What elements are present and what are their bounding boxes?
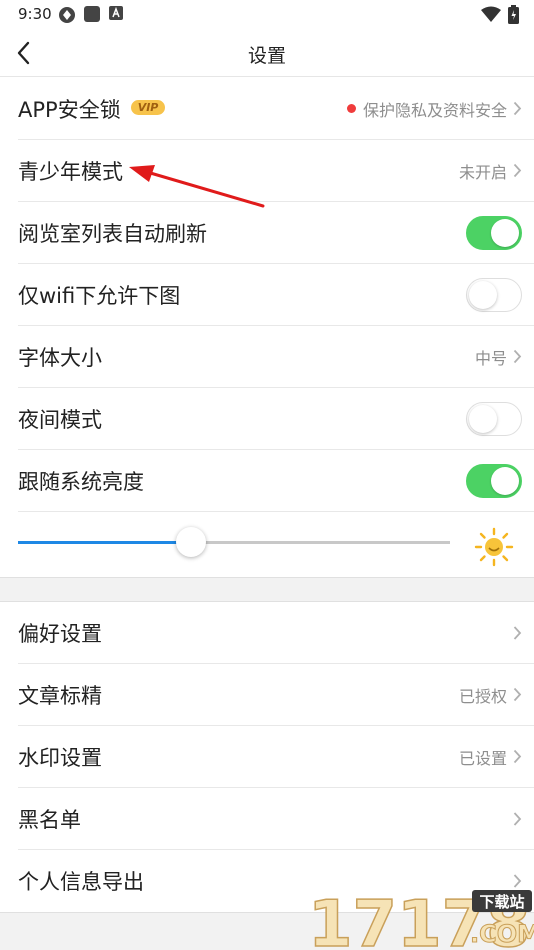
status-bar: 9:30 [0,0,534,30]
row-preferences[interactable]: 偏好设置 [18,602,534,664]
row-night-mode: 夜间模式 [18,388,534,450]
site-watermark-logo: 17178 下载站 .COM [308,887,534,950]
row-label: 个人信息导出 [18,870,144,894]
brightness-slider-fill [18,541,191,544]
page-title: 设置 [247,45,286,67]
chevron-right-icon [513,349,522,364]
row-label: 仅wifi下允许下图 [18,283,181,308]
row-blacklist[interactable]: 黑名单 [18,788,534,850]
row-article-tag[interactable]: 文章标精 已授权 [18,664,534,726]
row-label: 阅览室列表自动刷新 [18,221,207,246]
section-divider [0,577,534,602]
row-follow-system-brightness: 跟随系统亮度 [18,450,534,512]
square-notification-icon [84,6,100,22]
row-value: 未开启 [458,162,507,182]
battery-icon [508,5,519,24]
svg-text:下载站: 下载站 [479,893,524,911]
wifi-only-images-toggle[interactable] [466,277,522,312]
row-wifi-only-images: 仅wifi下允许下图 [18,264,534,326]
chevron-right-icon [513,687,522,702]
row-font-size[interactable]: 字体大小 中号 [18,326,534,388]
chevron-right-icon [513,163,522,178]
chevron-right-icon [513,811,522,826]
brightness-slider[interactable] [18,527,450,557]
sun-icon [474,527,514,567]
chevron-right-icon [513,749,522,764]
toggle-knob [491,218,519,247]
brightness-slider-row [0,510,534,576]
chevron-right-icon [513,101,522,116]
row-value: 中号 [474,348,507,368]
brightness-slider-thumb[interactable] [175,527,206,557]
toggle-knob [469,280,497,309]
chevron-right-icon [513,625,522,640]
row-value: 已授权 [458,686,507,706]
auto-refresh-toggle[interactable] [466,215,522,250]
row-label: 偏好设置 [18,621,102,646]
row-label: 文章标精 [18,683,102,708]
row-label: 水印设置 [18,745,102,770]
row-value: 保护隐私及资料安全 [362,100,507,120]
row-label: 跟随系统亮度 [18,469,144,494]
row-value: 已设置 [458,748,507,768]
wifi-icon [481,6,501,22]
row-label: 青少年模式 [18,159,123,184]
annotation-arrow-icon [129,165,265,208]
toggle-knob [469,404,497,433]
toggle-knob [491,466,519,495]
row-app-lock[interactable]: APP安全锁 VIP 保护隐私及资料安全 [18,78,534,140]
row-label: APP安全锁 [18,97,121,122]
status-dot [346,104,356,113]
vip-badge: VIP [130,100,166,115]
row-label: 夜间模式 [18,407,102,432]
svg-text:.COM: .COM [470,920,534,948]
row-watermark-settings[interactable]: 水印设置 已设置 [18,726,534,788]
row-label: 字体大小 [18,345,102,370]
row-label: 黑名单 [18,807,81,832]
app-notification-icon [59,7,75,23]
status-time: 9:30 [18,5,52,23]
keyboard-notification-icon [109,6,123,20]
row-teen-mode[interactable]: 青少年模式 未开启 [18,140,534,202]
night-mode-toggle[interactable] [466,401,522,436]
row-auto-refresh: 阅览室列表自动刷新 [18,202,534,264]
nav-bar: 设置 [0,30,534,77]
follow-system-brightness-toggle[interactable] [466,463,522,498]
